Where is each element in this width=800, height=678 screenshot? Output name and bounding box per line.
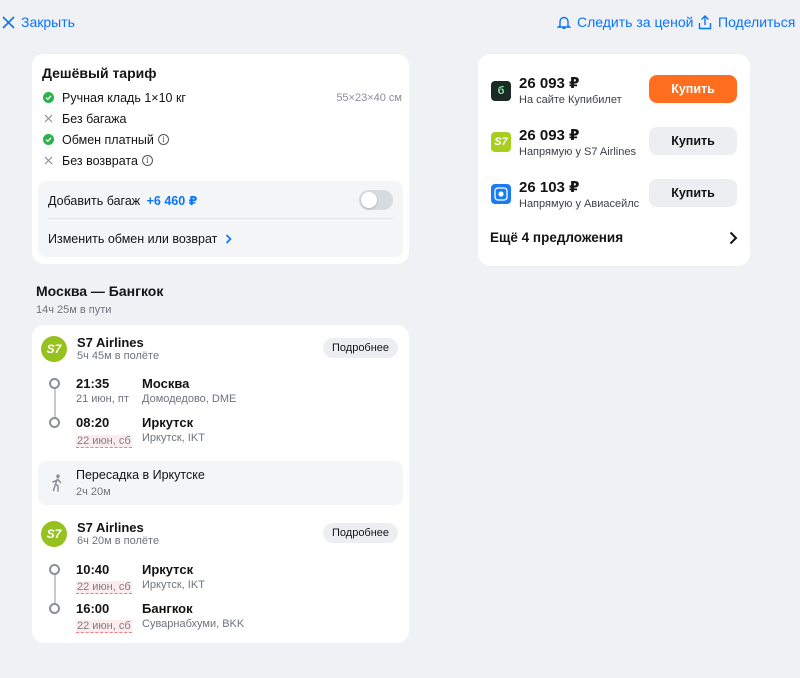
change-exchange-label: Изменить обмен или возврат [48,232,218,246]
feature-refund: Без возврата i [42,150,402,171]
aviasales-logo-icon [491,184,511,204]
offers-card: б 26 093 ₽ На сайте Купибилет Купить S7 … [478,54,750,266]
departure-city: Москва [142,376,190,391]
info-icon[interactable]: i [141,155,153,166]
follow-price-button[interactable]: Следить за ценой [557,14,693,30]
departure-date: 21 июн, пт [76,393,129,405]
feature-exchange: Обмен платный i [42,129,402,150]
transfer-duration: 2ч 20м [76,486,111,498]
departure-date: 22 июн, сб [76,581,132,594]
divider [48,218,393,219]
arrival-city: Иркутск [142,415,194,430]
add-baggage-price: +6 460 ₽ [146,194,198,208]
chevron-right-icon [729,231,738,244]
route-duration: 14ч 25м в пути [36,304,112,316]
offer-seller: Напрямую у S7 Airlines [519,146,636,158]
details-button[interactable]: Подробнее [323,523,399,543]
arrival-time: 16:00 [76,601,110,616]
share-icon [698,14,712,29]
s7-airline-logo-icon: S7 [41,521,67,547]
departure-time: 10:40 [76,562,110,577]
flight-duration: 5ч 45м в полёте [77,350,160,362]
add-baggage-toggle[interactable] [359,190,393,210]
hand-luggage-size: 55×23×40 см [336,91,402,104]
arrival-time: 08:20 [76,415,110,430]
check-icon [42,92,54,104]
offer-price: 26 103 ₽ [519,179,580,196]
offer-seller: Напрямую у Авиасейлс [519,198,640,210]
feature-label: Без возврата [62,153,138,168]
arrival-airport: Суварнабхуми, BKK [142,618,245,630]
follow-price-label: Следить за ценой [577,14,694,30]
details-button[interactable]: Подробнее [323,338,399,358]
transfer-label: Пересадка в Иркутске [76,468,205,482]
feature-label: Ручная кладь 1×10 кг [62,90,186,105]
departure-dot [49,378,60,389]
departure-airport: Домодедово, DME [142,393,237,405]
add-baggage-label: Добавить багаж [48,194,141,208]
feature-label: Обмен платный [62,132,154,147]
airline-name: S7 Airlines [77,520,144,535]
departure-time: 21:35 [76,376,110,391]
chevron-right-icon [226,234,233,244]
close-button[interactable]: Закрыть [2,14,75,30]
tariff-features: Ручная кладь 1×10 кг 55×23×40 см Без баг… [42,87,402,171]
arrival-dot [49,603,60,614]
feature-hand-luggage: Ручная кладь 1×10 кг 55×23×40 см [42,87,402,108]
arrival-city: Бангкок [142,601,193,616]
departure-city: Иркутск [142,562,194,577]
close-label: Закрыть [21,14,75,30]
arrival-airport: Иркутск, IKT [142,432,205,444]
route-title: Москва — Бангкок [36,283,164,299]
buy-button-kupibilet[interactable]: Купить [649,75,737,103]
offer-seller: На сайте Купибилет [519,94,622,106]
arrival-date: 22 июн, сб [76,435,132,448]
cross-icon [42,113,54,125]
kupibilet-logo-icon: б [491,81,511,101]
feature-label: Без багажа [62,111,127,126]
itinerary-card: S7 S7 Airlines 5ч 45м в полёте Подробнее… [32,325,409,643]
s7-airline-logo-icon: S7 [41,336,67,362]
change-exchange-link[interactable]: Изменить обмен или возврат [48,232,233,246]
offer-price: 26 093 ₽ [519,127,580,144]
departure-dot [49,564,60,575]
more-offers-button[interactable]: Ещё 4 предложения [490,230,738,245]
feature-baggage: Без багажа [42,108,402,129]
more-offers-label: Ещё 4 предложения [490,230,624,245]
s7-logo-icon: S7 [491,132,511,152]
cross-icon [42,155,54,167]
tariff-options-box: Добавить багаж +6 460 ₽ Изменить обмен и… [38,181,403,257]
share-label: Поделиться [718,14,796,30]
offer-price: 26 093 ₽ [519,75,580,92]
tariff-card: Дешёвый тариф Ручная кладь 1×10 кг 55×23… [32,54,409,264]
buy-button-aviasales[interactable]: Купить [649,179,737,207]
arrival-date: 22 июн, сб [76,620,132,633]
close-icon [2,15,15,29]
share-button[interactable]: Поделиться [698,14,795,30]
arrival-dot [49,417,60,428]
bell-icon [557,16,571,29]
info-icon[interactable]: i [157,134,169,145]
add-baggage-row: Добавить багаж +6 460 ₽ [48,193,197,208]
airline-name: S7 Airlines [77,335,144,350]
transfer-box: Пересадка в Иркутске 2ч 20м [38,461,403,505]
tariff-title: Дешёвый тариф [42,65,157,81]
flight-duration: 6ч 20м в полёте [77,535,160,547]
check-icon [42,134,54,146]
walking-person-icon [52,474,62,492]
buy-button-s7[interactable]: Купить [649,127,737,155]
departure-airport: Иркутск, IKT [142,579,205,591]
